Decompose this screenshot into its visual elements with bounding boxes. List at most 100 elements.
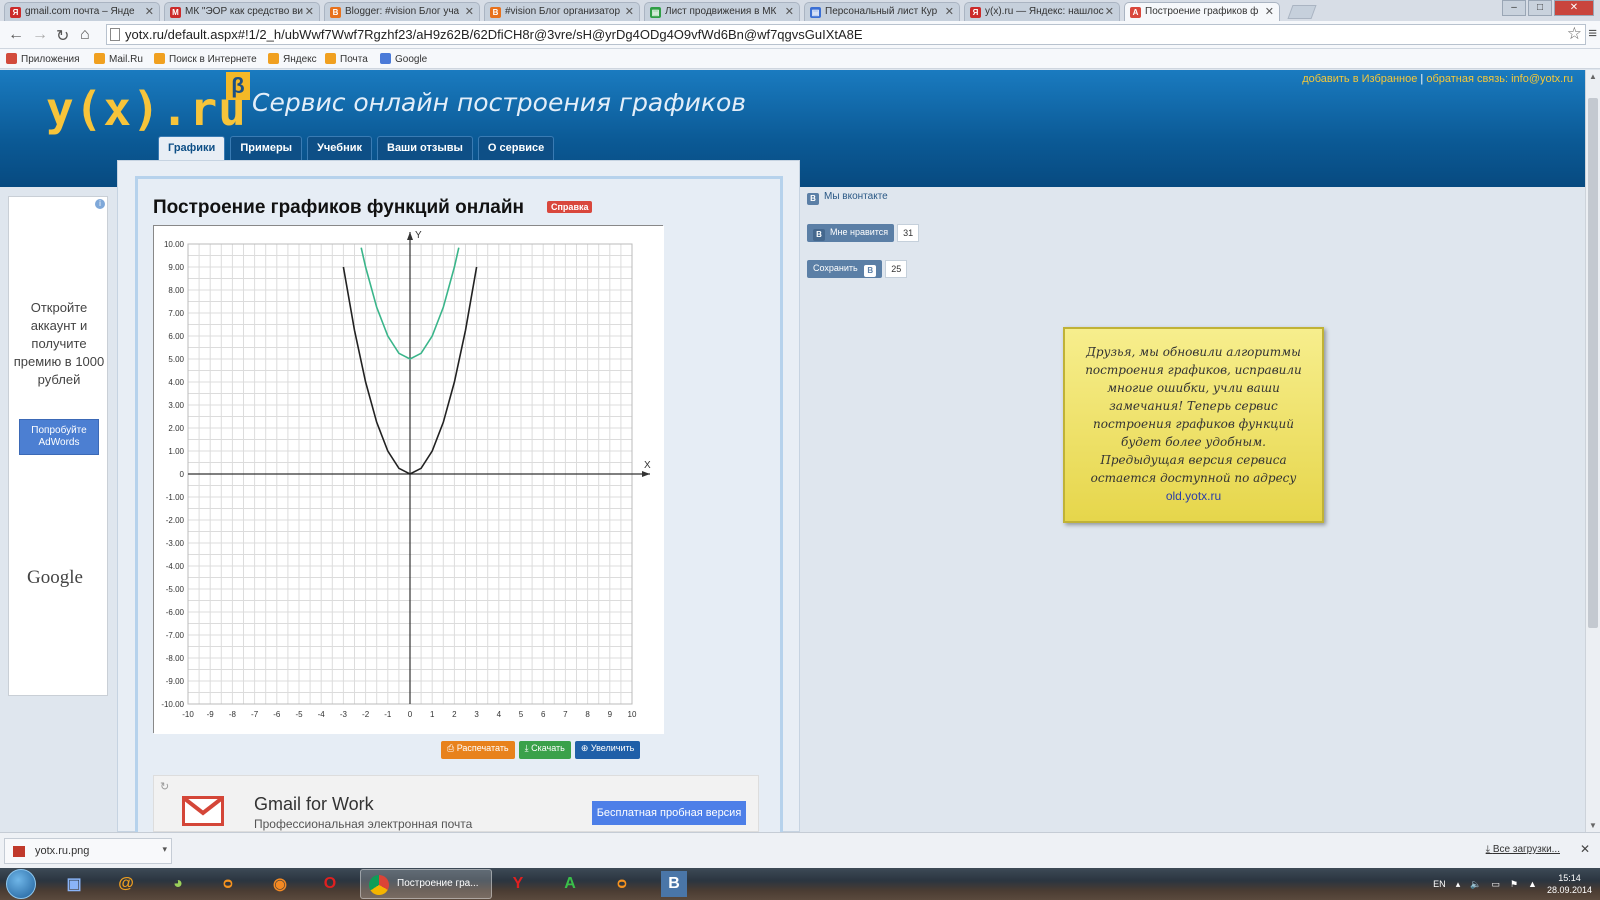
new-tab-button[interactable] bbox=[1287, 5, 1317, 19]
x-tick-label: 0 bbox=[408, 710, 413, 719]
bookmark-star-icon[interactable]: ☆ bbox=[1567, 24, 1582, 44]
browser-tab[interactable]: B #vision Блог организатор ✕ bbox=[484, 2, 640, 21]
adwords-ad[interactable]: i Откройте аккаунт и получите премию в 1… bbox=[8, 196, 108, 696]
network-icon[interactable]: ▭ bbox=[1491, 879, 1500, 890]
x-tick-label: -8 bbox=[229, 710, 237, 719]
yandex-app-icon[interactable]: Y bbox=[500, 871, 536, 897]
browser-tab[interactable]: Яgmail.com почта – Янде ✕ bbox=[4, 2, 160, 21]
graph-actions: ⎙ Распечатать ⤓ Скачать ⊕ Увеличить bbox=[441, 741, 641, 759]
x-tick-label: 9 bbox=[608, 710, 613, 719]
browser-tab[interactable]: M МК "ЭОР как средство ви ✕ bbox=[164, 2, 320, 21]
adwords-button[interactable]: Попробуйте AdWords bbox=[19, 419, 99, 455]
page-scrollbar[interactable]: ▲ ▼ bbox=[1585, 70, 1600, 832]
a-app-icon[interactable]: A bbox=[552, 871, 588, 897]
bookmark-icon bbox=[380, 53, 391, 64]
bookmark-label: Mail.Ru bbox=[109, 54, 143, 65]
scroll-up-icon[interactable]: ▲ bbox=[1589, 72, 1597, 81]
nav-tab[interactable]: Примеры bbox=[230, 136, 303, 160]
home-icon[interactable]: ⌂ bbox=[80, 26, 90, 44]
back-icon[interactable]: ← bbox=[8, 26, 24, 44]
menu-icon[interactable]: ≡ bbox=[1588, 25, 1597, 42]
reload-icon[interactable]: ↻ bbox=[56, 26, 69, 46]
drive-icon[interactable]: ▲ bbox=[1528, 879, 1537, 889]
tab-favicon: B bbox=[490, 7, 501, 18]
nav-tab[interactable]: Учебник bbox=[307, 136, 372, 160]
flag-icon[interactable]: ⚑ bbox=[1510, 879, 1518, 890]
vk-like-button[interactable]: В Мне нравится bbox=[807, 224, 895, 242]
bookmark-item[interactable]: Яндекс bbox=[268, 53, 317, 65]
chrome-task-button[interactable]: Построение гра... bbox=[360, 869, 492, 899]
tab-favicon: B bbox=[330, 7, 341, 18]
bookmark-icon bbox=[325, 53, 336, 64]
maximize-button[interactable]: □ bbox=[1528, 0, 1552, 16]
add-favorites-link[interactable]: добавить в Избранное bbox=[1302, 73, 1417, 85]
chevron-down-icon[interactable]: ▾ bbox=[162, 844, 167, 855]
close-tab-icon[interactable]: ✕ bbox=[465, 5, 474, 18]
vk-save-button[interactable]: Сохранить В bbox=[807, 260, 883, 278]
close-window-button[interactable]: ✕ bbox=[1554, 0, 1594, 16]
firefox-app-icon[interactable]: ◉ bbox=[262, 871, 298, 897]
bookmark-item[interactable]: Google bbox=[380, 53, 427, 65]
opera-app-icon[interactable]: O bbox=[312, 871, 348, 897]
refresh-icon[interactable]: ↻ bbox=[160, 780, 169, 793]
gmail-icon bbox=[182, 796, 224, 826]
ok-app-icon[interactable]: ᴑ bbox=[210, 871, 246, 897]
browser-tab[interactable]: ▤ Персональный лист Кур ✕ bbox=[804, 2, 960, 21]
y-tick-label: 10.00 bbox=[164, 240, 185, 249]
gmail-ad[interactable]: ↻ Gmail for Work Профессиональная электр… bbox=[153, 775, 759, 832]
url-input[interactable]: yotx.ru/default.aspx#!1/2_h/ubWwf7Wwf7Rg… bbox=[106, 24, 1586, 45]
close-tab-icon[interactable]: ✕ bbox=[1105, 5, 1114, 18]
download-button[interactable]: ⤓ Скачать bbox=[518, 741, 571, 759]
scroll-thumb[interactable] bbox=[1588, 98, 1598, 628]
gmail-trial-button[interactable]: Бесплатная пробная версия bbox=[592, 801, 746, 825]
close-tab-icon[interactable]: ✕ bbox=[785, 5, 794, 18]
bookmark-label: Почта bbox=[340, 54, 368, 65]
zoom-button[interactable]: ⊕ Увеличить bbox=[574, 741, 641, 759]
browser-tab[interactable]: A Построение графиков ф ✕ bbox=[1124, 2, 1280, 22]
ok-app-icon-2[interactable]: ᴑ bbox=[604, 871, 640, 897]
function-graph[interactable]: X Y -10 -9 -8 -7 -6 -5 -4 -3 -2 -1 0 1 2 3 4 5 6 7 8 9 10 10.00… bbox=[153, 225, 664, 734]
nav-tab[interactable]: О сервисе bbox=[477, 136, 555, 160]
x-tick-label: -9 bbox=[207, 710, 215, 719]
start-button[interactable] bbox=[6, 869, 36, 899]
mail-app-icon[interactable]: @ bbox=[108, 871, 144, 897]
bookmark-item[interactable]: Почта bbox=[325, 53, 368, 65]
help-badge[interactable]: Справка bbox=[547, 201, 593, 213]
browser-tab[interactable]: B Blogger: #vision Блог уча ✕ bbox=[324, 2, 480, 21]
site-logo[interactable]: y(x).ru bbox=[46, 82, 247, 136]
close-download-bar-icon[interactable]: ✕ bbox=[1580, 842, 1590, 856]
clock[interactable]: 15:14 28.09.2014 bbox=[1547, 872, 1592, 896]
print-button[interactable]: ⎙ Распечатать bbox=[441, 741, 515, 759]
close-tab-icon[interactable]: ✕ bbox=[945, 5, 954, 18]
ad-info-icon[interactable]: i bbox=[95, 199, 105, 209]
language-indicator[interactable]: EN bbox=[1433, 879, 1446, 889]
nav-tab[interactable]: Графики bbox=[158, 136, 226, 160]
scroll-down-icon[interactable]: ▼ bbox=[1589, 821, 1597, 830]
download-item[interactable]: yotx.ru.png ▾ bbox=[4, 838, 172, 864]
vk-app-icon[interactable]: В bbox=[661, 871, 687, 897]
volume-icon[interactable]: 🔈 bbox=[1470, 879, 1481, 890]
forward-icon[interactable]: → bbox=[32, 26, 48, 44]
old-site-link[interactable]: old.yotx.ru bbox=[1166, 489, 1221, 503]
x-tick-label: -3 bbox=[340, 710, 348, 719]
browser-tab[interactable]: Яy(x).ru — Яндекс: нашлос ✕ bbox=[964, 2, 1120, 21]
tray-expand-icon[interactable]: ▴ bbox=[1456, 879, 1461, 890]
close-tab-icon[interactable]: ✕ bbox=[305, 5, 314, 18]
tab-title: #vision Блог организатор bbox=[505, 6, 621, 17]
top-links: добавить в Избранное | обратная связь: i… bbox=[1302, 73, 1573, 85]
bookmark-item[interactable]: Приложения bbox=[6, 53, 80, 65]
y-tick-label: 0 bbox=[180, 470, 185, 479]
save-app-icon[interactable]: ▣ bbox=[56, 871, 92, 897]
minimize-button[interactable]: – bbox=[1502, 0, 1526, 16]
close-tab-icon[interactable]: ✕ bbox=[145, 5, 154, 18]
browser-tab[interactable]: ▤ Лист продвижения в МК ✕ bbox=[644, 2, 800, 21]
vk-group-link[interactable]: В Мы вконтакте bbox=[807, 191, 888, 205]
bookmark-item[interactable]: Поиск в Интернете bbox=[154, 53, 257, 65]
all-downloads-link[interactable]: ⤓ Все загрузки... bbox=[1486, 844, 1560, 855]
browser-app-icon[interactable]: ◕ bbox=[160, 871, 196, 897]
nav-tab[interactable]: Ваши отзывы bbox=[377, 136, 473, 160]
feedback-link[interactable]: обратная связь: info@yotx.ru bbox=[1426, 73, 1573, 85]
close-tab-icon[interactable]: ✕ bbox=[1265, 5, 1274, 18]
bookmark-item[interactable]: Mail.Ru bbox=[94, 53, 143, 65]
close-tab-icon[interactable]: ✕ bbox=[625, 5, 634, 18]
